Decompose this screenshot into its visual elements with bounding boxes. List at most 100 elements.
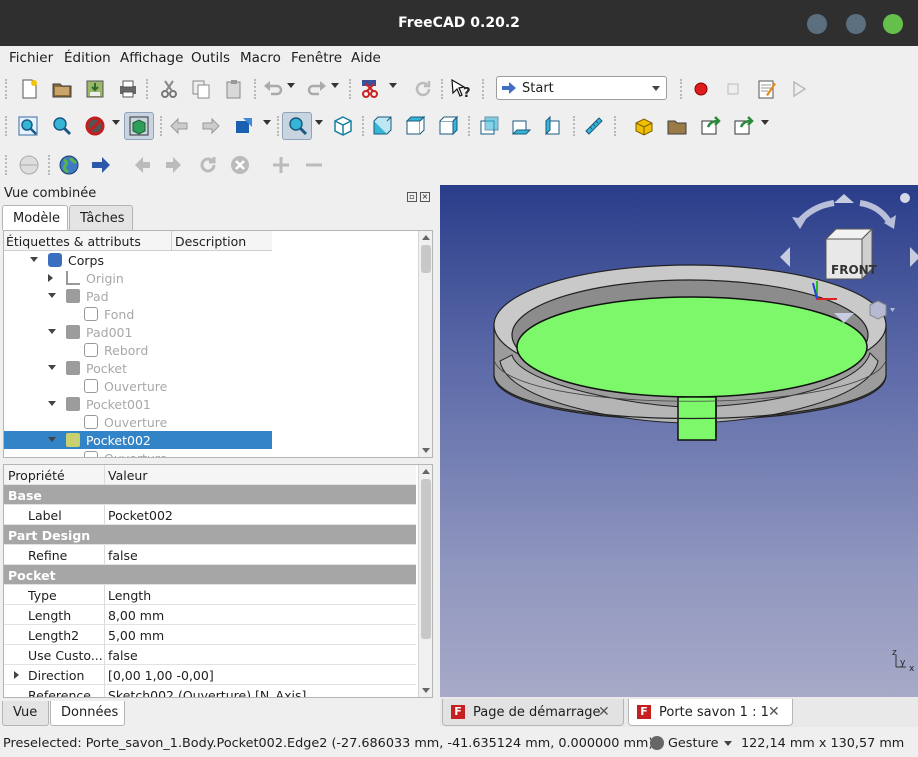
toolbar-grip[interactable] <box>349 79 353 99</box>
new-document-icon[interactable] <box>18 78 40 100</box>
scroll-thumb[interactable] <box>421 479 431 639</box>
property-group[interactable]: Base <box>4 485 416 505</box>
property-group[interactable]: Part Design <box>4 525 416 545</box>
toolbar-grip[interactable] <box>680 79 684 99</box>
chevron-down-icon[interactable] <box>30 257 38 262</box>
chevron-down-icon[interactable] <box>48 401 56 406</box>
tree-item[interactable]: Origin <box>4 269 272 287</box>
property-row[interactable]: Refine false <box>4 545 416 565</box>
view-right-icon[interactable] <box>437 115 459 137</box>
chevron-right-icon[interactable] <box>14 671 19 679</box>
tree-item[interactable]: Pad001 <box>4 323 272 341</box>
print-icon[interactable] <box>117 78 139 100</box>
back-icon[interactable] <box>168 115 190 137</box>
tree-scrollbar[interactable] <box>418 231 432 457</box>
navigation-style-label[interactable]: Gesture <box>668 736 718 751</box>
property-value[interactable]: Pocket002 <box>108 508 173 523</box>
property-row[interactable]: Use Custo... false <box>4 645 416 665</box>
3d-viewport[interactable]: FRONT z y x <box>440 185 918 697</box>
property-scrollbar[interactable] <box>418 465 432 697</box>
bounding-box-button[interactable] <box>124 112 154 140</box>
paste-icon[interactable] <box>223 78 245 100</box>
zoom-out-minus-icon[interactable] <box>303 154 325 176</box>
view-left-icon[interactable] <box>543 115 565 137</box>
web-back-icon[interactable] <box>131 154 153 176</box>
create-group-icon[interactable] <box>666 115 688 137</box>
tree-item[interactable]: Pad <box>4 287 272 305</box>
navigation-style-icon[interactable] <box>650 736 664 750</box>
close-panel-icon[interactable]: × <box>420 192 430 202</box>
toolbar-grip[interactable] <box>614 116 618 136</box>
property-row[interactable]: Reference... Sketch002 (Ouverture) [N_Axi… <box>4 685 416 697</box>
whats-this-icon[interactable]: ? <box>450 78 472 100</box>
property-value[interactable]: false <box>108 548 138 563</box>
tree-col-labels[interactable]: Étiquettes & attributs <box>6 234 141 249</box>
tree-item[interactable]: Ouverture <box>4 449 272 457</box>
view-rear-icon[interactable] <box>478 115 500 137</box>
save-icon[interactable] <box>84 78 106 100</box>
property-value[interactable]: 8,00 mm <box>108 608 164 623</box>
toolbar-grip[interactable] <box>573 116 577 136</box>
scroll-down-icon[interactable] <box>422 688 430 693</box>
web-stop-icon[interactable] <box>229 154 251 176</box>
float-panel-icon[interactable]: ▫ <box>407 192 417 202</box>
chevron-down-icon[interactable] <box>48 293 56 298</box>
property-group[interactable]: Pocket <box>4 565 416 585</box>
minimize-button[interactable] <box>807 14 827 34</box>
scroll-thumb[interactable] <box>421 245 431 273</box>
tree-item[interactable]: Pocket002 <box>4 431 272 449</box>
zoom-dropdown-icon[interactable] <box>315 120 323 125</box>
refresh-cut-icon[interactable] <box>359 78 381 100</box>
link-icon[interactable] <box>699 115 721 137</box>
toolbar-grip[interactable] <box>160 116 164 136</box>
toolbar-grip[interactable] <box>146 79 150 99</box>
web-refresh-icon[interactable] <box>197 154 219 176</box>
toolbar-grip[interactable] <box>5 155 9 175</box>
stop-macro-icon[interactable] <box>722 78 744 100</box>
property-row[interactable]: Length 8,00 mm <box>4 605 416 625</box>
cut-icon[interactable] <box>158 78 180 100</box>
tab-page-demarrage[interactable]: F Page de démarrage ✕ <box>442 699 624 726</box>
workbench-selector[interactable]: Start <box>496 76 667 100</box>
copy-icon[interactable] <box>190 78 212 100</box>
toolbar-grip[interactable] <box>277 116 281 136</box>
tree-item[interactable]: Ouverture <box>4 377 272 395</box>
tab-taches[interactable]: Tâches <box>69 205 133 230</box>
toolbar-grip[interactable] <box>441 79 445 99</box>
tab-modele[interactable]: Modèle <box>2 205 68 230</box>
tools-dropdown-icon[interactable] <box>389 83 397 88</box>
link-dropdown-icon[interactable] <box>761 120 769 125</box>
chevron-down-icon[interactable] <box>48 437 56 442</box>
soap-dish-model[interactable]: FRONT z y x <box>440 185 918 697</box>
property-value[interactable]: 5,00 mm <box>108 628 164 643</box>
close-window-button[interactable] <box>883 14 903 34</box>
ball-icon[interactable] <box>18 154 40 176</box>
sync-view-icon[interactable] <box>233 115 255 137</box>
scroll-up-icon[interactable] <box>422 469 430 474</box>
tree-item[interactable]: Ouverture <box>4 413 272 431</box>
undo-icon[interactable] <box>262 78 284 100</box>
tab-vue[interactable]: Vue <box>2 701 49 726</box>
measure-distance-icon[interactable] <box>583 115 605 137</box>
chevron-down-icon[interactable] <box>48 329 56 334</box>
forward-icon[interactable] <box>200 115 222 137</box>
property-value[interactable]: Length <box>108 588 151 603</box>
toolbar-grip[interactable] <box>5 116 9 136</box>
toolbar-grip[interactable] <box>482 79 486 99</box>
toolbar-grip[interactable] <box>48 155 52 175</box>
tree-item[interactable]: Pocket <box>4 359 272 377</box>
tree-item[interactable]: Pocket001 <box>4 395 272 413</box>
view-isometric-icon[interactable] <box>332 115 354 137</box>
web-forward-icon[interactable] <box>163 154 185 176</box>
property-value[interactable]: Sketch002 (Ouverture) [N_Axis] <box>108 688 306 697</box>
chevron-right-icon[interactable] <box>48 274 53 282</box>
menu-outils[interactable]: Outils <box>191 50 230 66</box>
property-value[interactable]: [0,00 1,00 -0,00] <box>108 668 214 683</box>
redo-icon[interactable] <box>306 78 328 100</box>
tree-item[interactable]: Rebord <box>4 341 272 359</box>
zoom-mode-button[interactable] <box>282 112 312 140</box>
draw-style-icon[interactable] <box>84 115 106 137</box>
menu-affichage[interactable]: Affichage <box>120 50 183 66</box>
open-folder-icon[interactable] <box>51 78 73 100</box>
tab-donnees[interactable]: Données <box>50 701 125 726</box>
